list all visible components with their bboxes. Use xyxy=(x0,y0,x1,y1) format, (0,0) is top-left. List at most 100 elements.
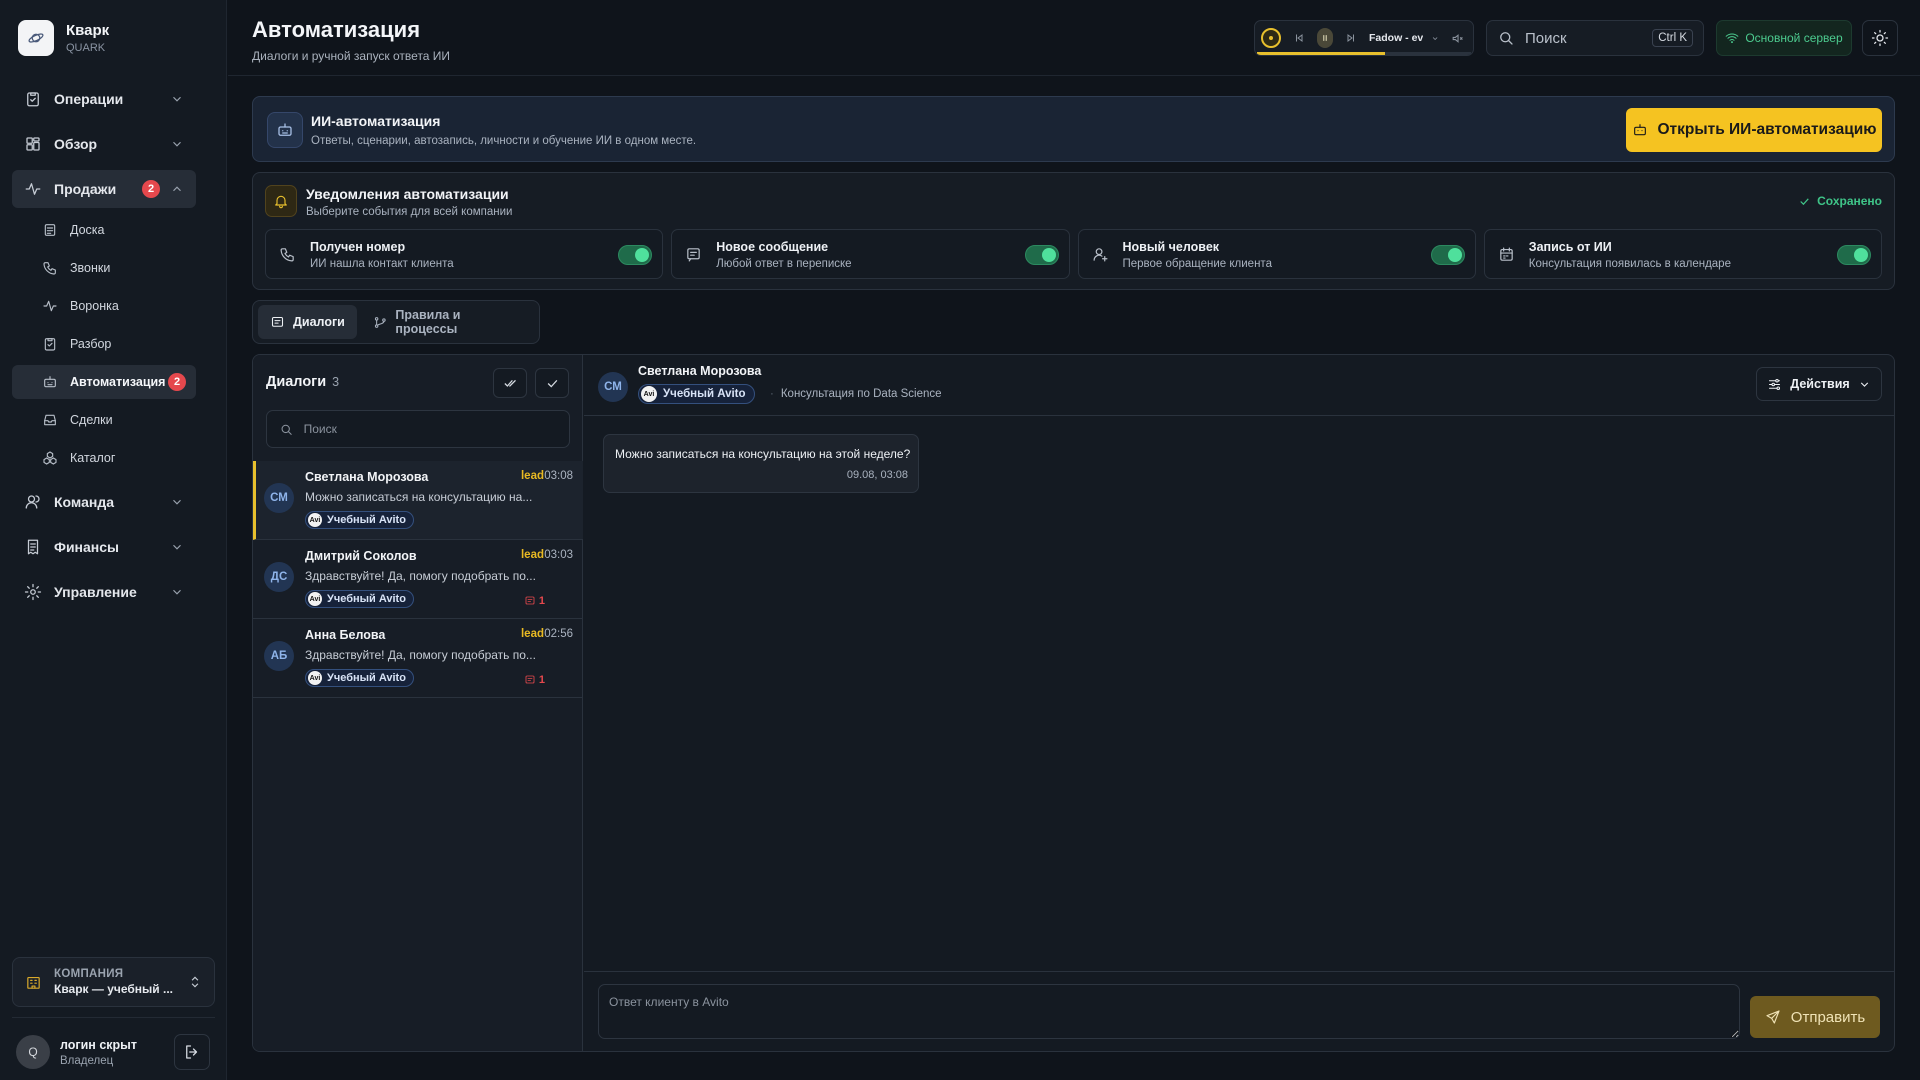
user-panel: Q логин скрыт Владелец xyxy=(16,1034,210,1070)
player-track-title[interactable]: Fadow - eve... xyxy=(1369,32,1423,44)
user-icon xyxy=(25,495,40,509)
dialog-name: Анна Белова xyxy=(305,628,386,642)
saved-label: Сохранено xyxy=(1817,194,1882,208)
toggle-number-received[interactable] xyxy=(618,245,653,265)
user-plus-icon xyxy=(1093,248,1107,262)
actions-dropdown[interactable]: Действия xyxy=(1756,367,1882,401)
avatar: ДС xyxy=(264,562,294,592)
brand-sub: QUARK xyxy=(66,42,106,54)
mark-read-button[interactable] xyxy=(535,368,569,398)
dialog-list-title: Диалоги 3 xyxy=(266,374,339,390)
nav-item-management[interactable]: Управление xyxy=(12,573,196,611)
user-name: логин скрыт xyxy=(60,1037,137,1052)
pause-button[interactable] xyxy=(1317,28,1333,48)
dialog-count: 3 xyxy=(332,375,340,389)
building-icon xyxy=(27,976,40,989)
sidebar-item-calls[interactable]: Звонки xyxy=(12,251,196,285)
player-logo-icon[interactable] xyxy=(1261,28,1281,48)
notification-card-subtitle: Любой ответ в переписке xyxy=(716,258,852,270)
tab-dialogs[interactable]: Диалоги xyxy=(258,305,357,339)
sidebar-item-catalog[interactable]: Каталог xyxy=(12,441,196,475)
dialog-preview: Можно записаться на консультацию на... xyxy=(305,490,533,504)
sidebar-item-board[interactable]: Доска xyxy=(12,213,196,247)
send-button[interactable]: Отправить xyxy=(1750,996,1880,1038)
logout-button[interactable] xyxy=(174,1034,210,1070)
company-title: КОМПАНИЯ xyxy=(54,968,124,980)
brand-name: Кварк xyxy=(66,22,110,39)
ai-banner-title: ИИ-автоматизация xyxy=(311,113,441,129)
search-icon xyxy=(281,424,292,435)
notification-card-number: Получен номер ИИ нашла контакт клиента xyxy=(265,229,664,279)
server-status-button[interactable]: Основной сервер xyxy=(1716,20,1852,56)
page-subtitle: Диалоги и ручной запуск ответа ИИ xyxy=(252,49,451,63)
dialog-list: СМ Светлана Морозова lead 03:08 Можно за… xyxy=(253,461,583,698)
check-icon xyxy=(547,379,557,388)
next-track-button[interactable] xyxy=(1341,28,1361,48)
boxes-icon xyxy=(43,451,57,465)
gear-icon xyxy=(24,583,42,601)
nav-item-team[interactable]: Команда xyxy=(12,483,196,521)
avatar: АБ xyxy=(264,641,294,671)
nav-label: Операции xyxy=(54,91,124,107)
view-tabs: Диалоги Правила и процессы xyxy=(252,300,540,344)
nav-item-finance[interactable]: Финансы xyxy=(12,528,196,566)
nav-item-overview[interactable]: Обзор xyxy=(12,125,196,163)
notification-card-title: Новый человек xyxy=(1122,240,1220,254)
toggle-ai-booking[interactable] xyxy=(1837,245,1871,265)
message-icon xyxy=(687,248,701,262)
wifi-icon xyxy=(1726,33,1739,44)
top-header: Автоматизация Диалоги и ручной запуск от… xyxy=(228,0,1920,76)
tab-label: Правила и процессы xyxy=(395,308,461,336)
chevron-down-icon xyxy=(1860,381,1868,387)
chevron-down-icon[interactable] xyxy=(1431,33,1439,44)
nav-item-sales[interactable]: Продажи 2 xyxy=(12,170,196,208)
send-icon xyxy=(1766,1010,1780,1024)
notification-card-subtitle: Первое обращение клиента xyxy=(1122,258,1272,270)
dialog-name: Дмитрий Соколов xyxy=(305,549,417,563)
sun-icon xyxy=(1871,29,1889,47)
company-switcher[interactable]: КОМПАНИЯ Кварк — учебный ... xyxy=(12,957,215,1007)
check-icon xyxy=(1800,197,1809,205)
logout-icon xyxy=(186,1045,198,1059)
sidebar-item-funnel[interactable]: Воронка xyxy=(12,289,196,323)
prev-track-button[interactable] xyxy=(1289,28,1309,48)
mute-icon[interactable] xyxy=(1447,28,1467,48)
global-search[interactable]: Поиск Ctrl K xyxy=(1486,20,1704,56)
mark-all-read-button[interactable] xyxy=(493,368,527,398)
ai-banner-subtitle: Ответы, сценарии, автозапись, личности и… xyxy=(311,135,697,147)
dialog-search-input[interactable] xyxy=(303,422,557,436)
tab-rules[interactable]: Правила и процессы xyxy=(361,305,534,339)
dashboard-icon xyxy=(26,137,40,151)
unread-count: 1 xyxy=(524,674,545,686)
chat-header: СМ Светлана Морозова Avi Учебный Avito К… xyxy=(584,355,1894,416)
avatar: СМ xyxy=(598,372,628,402)
player-progress-bar[interactable] xyxy=(1257,52,1471,55)
message-icon xyxy=(525,596,535,605)
sidebar-item-label: Каталог xyxy=(70,451,116,465)
dialogs-workspace: Диалоги 3 СМ Светлана Морозова lead 03:08… xyxy=(252,354,1895,1052)
robot-icon xyxy=(1633,124,1646,136)
open-ai-automation-button[interactable]: Открыть ИИ-автоматизацию xyxy=(1626,108,1882,152)
automation-badge: 2 xyxy=(168,373,186,391)
chevron-down-icon xyxy=(173,96,181,102)
reply-input[interactable] xyxy=(598,984,1740,1039)
avito-logo-icon: Avi xyxy=(308,513,322,527)
source-chip: Avi Учебный Avito xyxy=(305,669,414,687)
message-icon xyxy=(271,316,284,327)
brand[interactable]: Кварк QUARK xyxy=(18,20,109,56)
list-item[interactable]: СМ Светлана Морозова lead 03:08 Можно за… xyxy=(253,461,583,540)
sidebar-item-review[interactable]: Разбор xyxy=(12,327,196,361)
notification-card-subtitle: Консультация появилась в календаре xyxy=(1528,258,1731,270)
nav-label: Управление xyxy=(54,584,137,600)
list-item[interactable]: ДС Дмитрий Соколов lead 03:03 Здравствуй… xyxy=(253,540,583,619)
list-item[interactable]: АБ Анна Белова lead 02:56 Здравствуйте! … xyxy=(253,619,583,698)
avito-logo-icon: Avi xyxy=(641,386,657,402)
sidebar-item-deals[interactable]: Сделки xyxy=(12,403,196,437)
nav-item-operations[interactable]: Операции xyxy=(12,80,196,118)
sidebar-item-automation[interactable]: Автоматизация 2 xyxy=(12,365,196,399)
toggle-new-person[interactable] xyxy=(1430,245,1465,265)
theme-toggle-button[interactable] xyxy=(1862,20,1898,56)
notification-card-person: Новый человек Первое обращение клиента xyxy=(1077,229,1476,279)
toggle-new-message[interactable] xyxy=(1024,245,1059,265)
notifications-subtitle: Выберите события для всей компании xyxy=(306,206,513,218)
